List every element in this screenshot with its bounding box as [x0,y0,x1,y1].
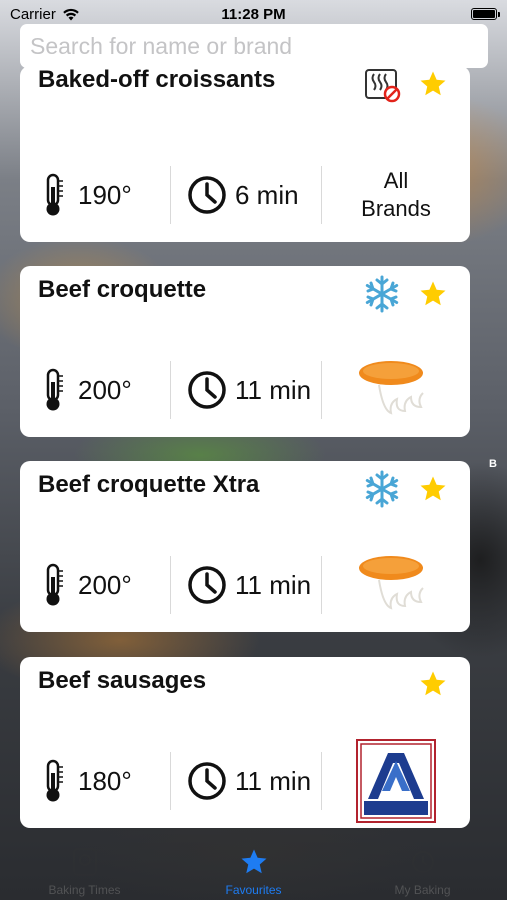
clock-icon [188,566,226,604]
thermometer-icon [46,759,63,802]
item-name: Baked-off croissants [38,66,276,93]
clock-icon [188,176,226,214]
favourite-star-icon[interactable] [418,669,448,699]
item-temp: 200° [78,374,132,405]
status-left: Carrier [10,6,80,23]
thermometer-icon [46,368,63,411]
tab-label: My Baking [394,883,451,897]
brand-label: All Brands [361,168,431,221]
item-name: Beef croquette [38,276,207,303]
aldi-logo [356,739,436,823]
list-item[interactable]: Beef croquette Xtra 200° 11 min [20,461,470,632]
list-item[interactable]: Beef sausages 180° 11 min [20,657,470,828]
favourite-star-icon[interactable] [418,69,448,99]
snowflake-icon [365,275,399,313]
section-index-letter[interactable]: B [489,458,497,470]
tab-my-baking[interactable]: My Baking [348,847,498,897]
carrier-label: Carrier [10,5,56,23]
item-temp: 200° [78,569,132,600]
thermometer-icon [46,563,63,606]
tab-bar: Baking Times Favourites My Baking [0,830,507,900]
list-item[interactable]: Beef croquette 200° 11 min [20,266,470,437]
tab-label: Baking Times [48,883,121,897]
search-bar[interactable] [20,24,488,68]
favourite-star-icon[interactable] [418,474,448,504]
mora-logo [359,361,424,415]
thermometer-icon [46,173,63,216]
star-icon [241,849,266,874]
tab-label: Favourites [225,883,282,897]
item-time: 11 min [235,569,312,600]
mora-logo [359,556,424,610]
battery-icon [471,8,500,20]
item-temp: 180° [78,765,132,796]
snowflake-icon [365,470,399,508]
wifi-icon [63,8,79,20]
no-microwave-icon [365,69,401,103]
item-time: 11 min [235,374,312,405]
item-name: Beef sausages [38,667,207,694]
search-input[interactable] [30,32,478,60]
favourite-star-icon[interactable] [418,279,448,309]
tab-baking-times[interactable]: Baking Times [10,847,160,897]
item-time: 11 min [235,765,312,796]
tab-favourites[interactable]: Favourites [179,847,329,897]
item-temp: 190° [78,179,132,210]
clock-icon [188,371,226,409]
list-item[interactable]: Baked-off croissants 190° 6 min All Bran… [20,66,470,242]
item-time: 6 min [235,179,299,210]
item-name: Beef croquette Xtra [38,471,260,498]
baking-times-icon [72,848,97,876]
clock-icon [188,762,226,800]
my-baking-icon [411,851,434,873]
